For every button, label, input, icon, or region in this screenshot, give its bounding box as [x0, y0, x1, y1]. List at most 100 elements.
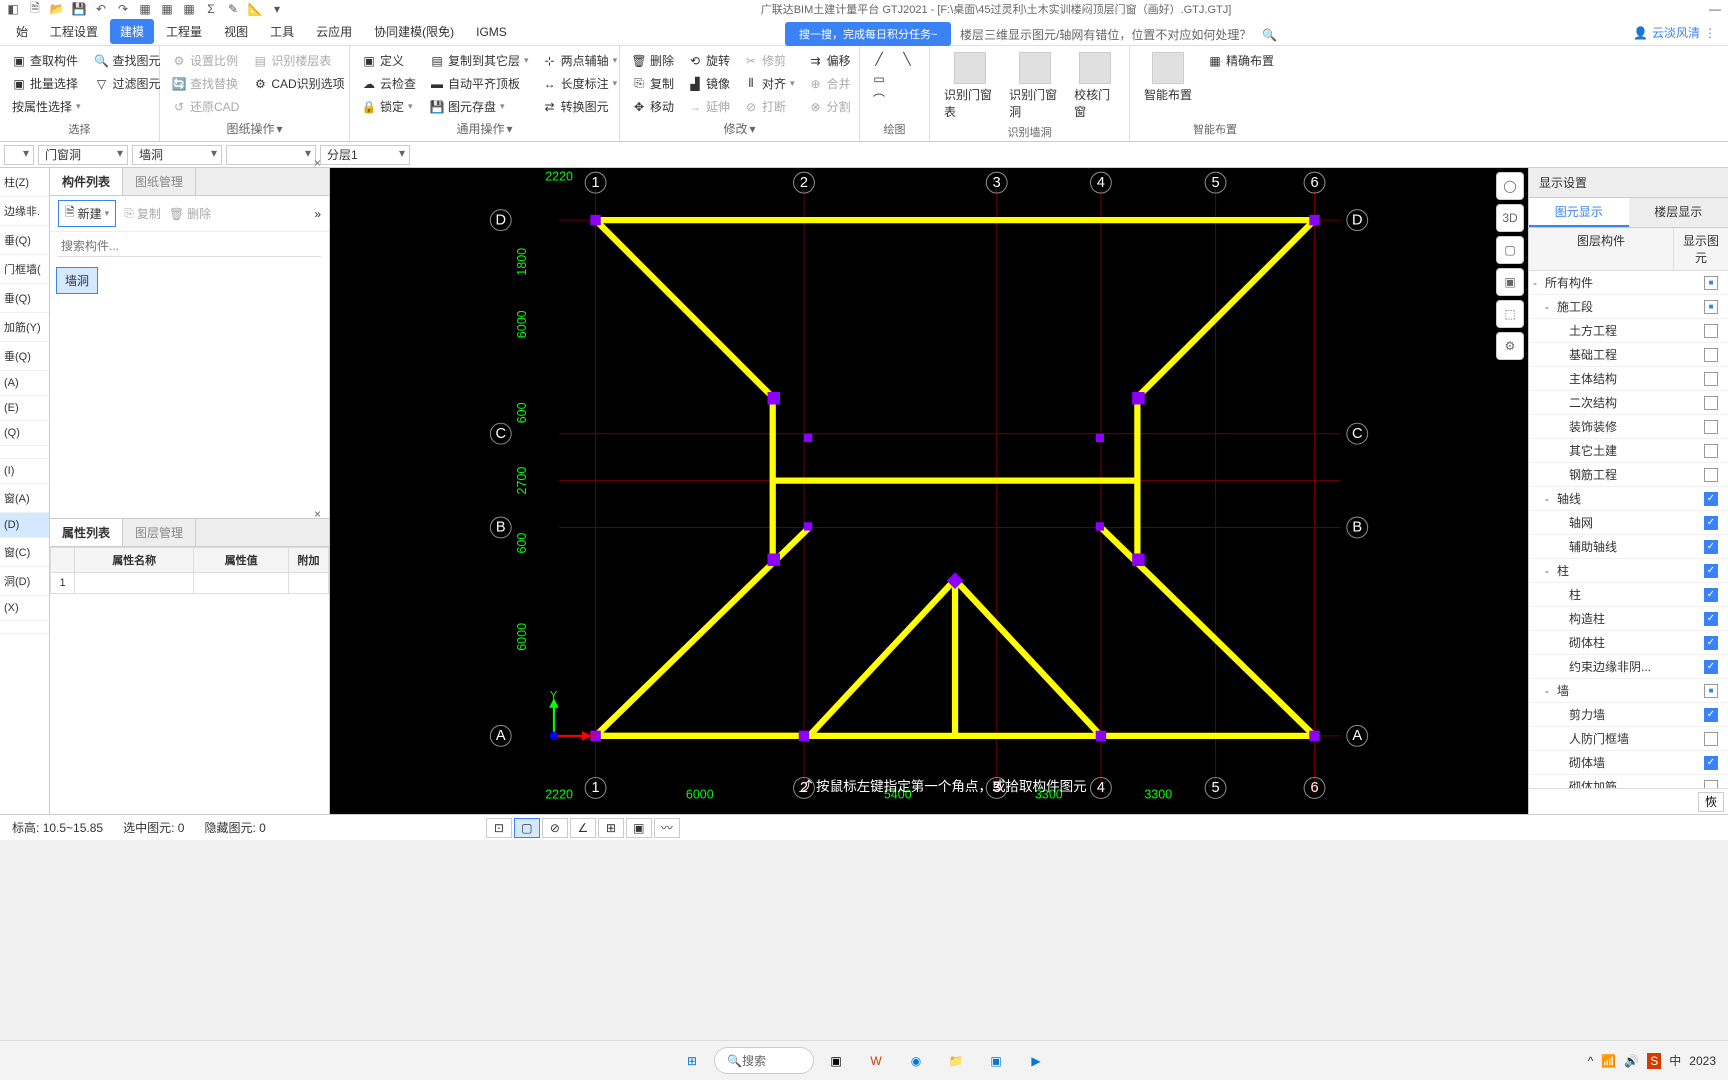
btn-lock[interactable]: 🔒锁定	[358, 96, 420, 117]
tree-row[interactable]: -柱	[1529, 559, 1728, 583]
btn-filter-elem[interactable]: ▽过滤图元	[91, 73, 165, 94]
user-info[interactable]: 👤 云淡风清 ⋮	[1633, 24, 1716, 41]
prop-cell-value[interactable]	[194, 573, 289, 594]
left-item[interactable]: 边缘非.	[0, 197, 49, 226]
left-item[interactable]: 窗(A)	[0, 484, 49, 513]
tree-checkbox[interactable]	[1704, 324, 1718, 338]
menu-igms[interactable]: IGMS	[466, 21, 517, 43]
left-item[interactable]: (X)	[0, 596, 49, 621]
btn-copy-floor[interactable]: ▤复制到其它层	[426, 50, 533, 71]
tree-checkbox[interactable]	[1704, 516, 1718, 530]
task-app-1[interactable]: ▣	[818, 1045, 854, 1077]
tree-checkbox[interactable]	[1704, 444, 1718, 458]
btn-copy[interactable]: ⎘复制	[628, 73, 678, 94]
btn-move[interactable]: ✥移动	[628, 96, 678, 117]
tool-5[interactable]: ⊞	[598, 818, 624, 838]
left-item[interactable]: (D)	[0, 513, 49, 538]
btn-identify-door-table[interactable]: 识别门窗表	[938, 50, 1001, 122]
btn-batch-select[interactable]: ▣批量选择	[8, 73, 85, 94]
tree-row[interactable]: 辅助轴线	[1529, 535, 1728, 559]
tree-row[interactable]: 构造柱	[1529, 607, 1728, 631]
btn-cad-option[interactable]: ⚙CAD识别选项	[249, 73, 348, 94]
tray-ime-icon[interactable]: S	[1647, 1053, 1661, 1069]
tree-checkbox[interactable]	[1704, 396, 1718, 410]
expand-icon[interactable]: -	[1545, 492, 1557, 506]
tree-row[interactable]: 柱	[1529, 583, 1728, 607]
tab-drawing-mgmt[interactable]: 图纸管理	[123, 168, 196, 195]
tree-row[interactable]: 砌体加筋	[1529, 775, 1728, 788]
tray-lang-icon[interactable]: 中	[1669, 1052, 1681, 1069]
drawing-svg[interactable]: 123456 123456 ABCD ABCD 1800 6000 600 27…	[330, 168, 1528, 814]
tree-row[interactable]: 剪力墙	[1529, 703, 1728, 727]
tree-row[interactable]: 其它土建	[1529, 439, 1728, 463]
tool-3[interactable]: ⊘	[542, 818, 568, 838]
left-item[interactable]: 窗(C)	[0, 538, 49, 567]
menu-tools[interactable]: 工具	[260, 19, 304, 44]
tree-row[interactable]: 土方工程	[1529, 319, 1728, 343]
btn-pick-component[interactable]: ▣查取构件	[8, 50, 85, 71]
tree-row[interactable]: 装饰装修	[1529, 415, 1728, 439]
edit-icon[interactable]: ✎	[224, 1, 242, 17]
view-3d-btn[interactable]: 3D	[1496, 204, 1524, 232]
undo-icon[interactable]: ↶	[92, 1, 110, 17]
tool-2[interactable]: ▢	[514, 818, 540, 838]
prop-cell-name[interactable]	[75, 573, 194, 594]
menu-view[interactable]: 视图	[214, 19, 258, 44]
menu-project-settings[interactable]: 工程设置	[40, 19, 108, 44]
task-app-2[interactable]: W	[858, 1045, 894, 1077]
dropdown-icon[interactable]: ▾	[268, 1, 286, 17]
tree-row[interactable]: 二次结构	[1529, 391, 1728, 415]
menu-cloud[interactable]: 云应用	[306, 19, 362, 44]
grid2-icon[interactable]: ▦	[158, 1, 176, 17]
btn-rotate[interactable]: ⟲旋转	[684, 50, 734, 71]
left-item[interactable]: 洞(D)	[0, 567, 49, 596]
prop-row[interactable]: 1	[51, 573, 329, 594]
btn-mirror[interactable]: ▟镜像	[684, 73, 734, 94]
task-app-4[interactable]: 📁	[938, 1045, 974, 1077]
left-item[interactable]	[0, 621, 49, 634]
tree-checkbox[interactable]	[1704, 564, 1718, 578]
view-orbit-btn[interactable]: ◯	[1496, 172, 1524, 200]
grid3-icon[interactable]: ▦	[180, 1, 198, 17]
tree-row[interactable]: -所有构件	[1529, 271, 1728, 295]
ruler-icon[interactable]: 📐	[246, 1, 264, 17]
btn-precise-layout[interactable]: ▦精确布置	[1204, 50, 1278, 71]
tree-row[interactable]: -施工段	[1529, 295, 1728, 319]
tree-checkbox[interactable]	[1704, 660, 1718, 674]
tab-elem-display[interactable]: 图元显示	[1529, 198, 1629, 227]
tree-checkbox[interactable]	[1704, 468, 1718, 482]
btn-cloud-check[interactable]: ☁云检查	[358, 73, 420, 94]
tree-row[interactable]: 钢筋工程	[1529, 463, 1728, 487]
tool-7[interactable]: 〰	[654, 818, 680, 838]
tool-1[interactable]: ⊡	[486, 818, 512, 838]
tab-layer-mgmt[interactable]: 图层管理	[123, 519, 196, 546]
tree-checkbox[interactable]	[1704, 780, 1718, 789]
btn-rect[interactable]: ▭	[868, 70, 890, 88]
combo-component[interactable]	[226, 145, 316, 165]
canvas[interactable]: 123456 123456 ABCD ABCD 1800 6000 600 27…	[330, 168, 1528, 814]
left-item[interactable]: (I)	[0, 459, 49, 484]
view-select-btn[interactable]: ⬚	[1496, 300, 1524, 328]
prop-cell-extra[interactable]	[289, 573, 329, 594]
btn-length-dim[interactable]: ↔长度标注	[539, 73, 622, 94]
start-button[interactable]: ⊞	[674, 1045, 710, 1077]
minimize-icon[interactable]: —	[1706, 1, 1724, 17]
left-item[interactable]: (A)	[0, 371, 49, 396]
menu-quantity[interactable]: 工程量	[156, 19, 212, 44]
task-app-5[interactable]: ▣	[978, 1045, 1014, 1077]
left-item[interactable]: 垂(Q)	[0, 342, 49, 371]
menu-start[interactable]: 始	[6, 19, 38, 44]
tree-row[interactable]: 轴网	[1529, 511, 1728, 535]
btn-identify-door-hole[interactable]: 识别门窗洞	[1003, 50, 1066, 122]
tab-component-list[interactable]: 构件列表	[50, 168, 123, 195]
btn-define[interactable]: ▣定义	[358, 50, 420, 71]
left-item[interactable]: 加筋(Y)	[0, 313, 49, 342]
expand-icon[interactable]: -	[1533, 276, 1545, 290]
expand-icon[interactable]: -	[1545, 684, 1557, 698]
system-tray[interactable]: ^ 📶 🔊 S 中 2023	[1588, 1052, 1716, 1069]
search-banner[interactable]: 搜一搜，完成每日积分任务~	[785, 22, 951, 46]
taskbar-search[interactable]: 🔍 搜索	[714, 1047, 814, 1074]
view-box-btn[interactable]: ▣	[1496, 268, 1524, 296]
prop-close-btn[interactable]: ×	[308, 505, 327, 523]
left-item[interactable]: 柱(Z)	[0, 168, 49, 197]
